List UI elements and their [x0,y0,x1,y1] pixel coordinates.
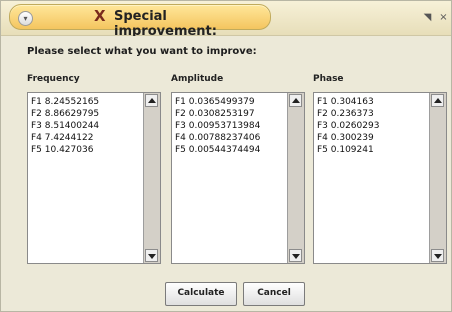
list-item[interactable]: F2 8.86629795 [31,108,140,120]
frequency-items: F1 8.24552165 F2 8.86629795 F3 8.5140024… [31,96,140,261]
maximize-icon[interactable]: × [437,11,450,24]
scroll-down-icon[interactable] [289,249,302,262]
scroll-up-icon[interactable] [145,94,158,107]
list-item[interactable]: F5 10.427036 [31,144,140,156]
list-item[interactable]: F3 8.51400244 [31,120,140,132]
amplitude-label: Amplitude [171,74,224,84]
list-item[interactable]: F5 0.00544374494 [175,144,284,156]
title-bar: ▾ X Special improvement: ◥ × [1,1,451,39]
list-item[interactable]: F4 7.4244122 [31,132,140,144]
calculate-button[interactable]: Calculate [165,282,237,306]
menu-icon[interactable]: ▾ [18,11,33,26]
list-item[interactable]: F1 0.0365499379 [175,96,284,108]
scroll-down-icon[interactable] [145,249,158,262]
frequency-list[interactable]: F1 8.24552165 F2 8.86629795 F3 8.5140024… [27,92,161,264]
list-item[interactable]: F3 0.00953713984 [175,120,284,132]
dialog-content: Please select what you want to improve: … [1,36,451,311]
phase-list[interactable]: F1 0.304163 F2 0.236373 F3 0.0260293 F4 … [313,92,447,264]
close-icon[interactable]: X [94,7,106,25]
phase-items: F1 0.304163 F2 0.236373 F3 0.0260293 F4 … [317,96,426,261]
amplitude-scrollbar[interactable] [287,93,304,263]
phase-scrollbar[interactable] [429,93,446,263]
frequency-label: Frequency [27,74,80,84]
frequency-scrollbar[interactable] [143,93,160,263]
list-item[interactable]: F1 8.24552165 [31,96,140,108]
amplitude-list[interactable]: F1 0.0365499379 F2 0.0308253197 F3 0.009… [171,92,305,264]
list-item[interactable]: F5 0.109241 [317,144,426,156]
list-item[interactable]: F4 0.00788237406 [175,132,284,144]
list-item[interactable]: F2 0.236373 [317,108,426,120]
scroll-up-icon[interactable] [431,94,444,107]
prompt-text: Please select what you want to improve: [27,46,257,57]
window-title: Special improvement: [114,9,217,39]
phase-label: Phase [313,74,344,84]
amplitude-items: F1 0.0365499379 F2 0.0308253197 F3 0.009… [175,96,284,261]
list-item[interactable]: F4 0.300239 [317,132,426,144]
dialog-window: ▾ X Special improvement: ◥ × Please sele… [0,0,452,312]
list-item[interactable]: F1 0.304163 [317,96,426,108]
minimize-icon[interactable]: ◥ [421,11,434,24]
list-item[interactable]: F3 0.0260293 [317,120,426,132]
cancel-button[interactable]: Cancel [243,282,305,306]
title-tab: ▾ X Special improvement: [9,4,271,39]
scroll-up-icon[interactable] [289,94,302,107]
scroll-down-icon[interactable] [431,249,444,262]
list-item[interactable]: F2 0.0308253197 [175,108,284,120]
